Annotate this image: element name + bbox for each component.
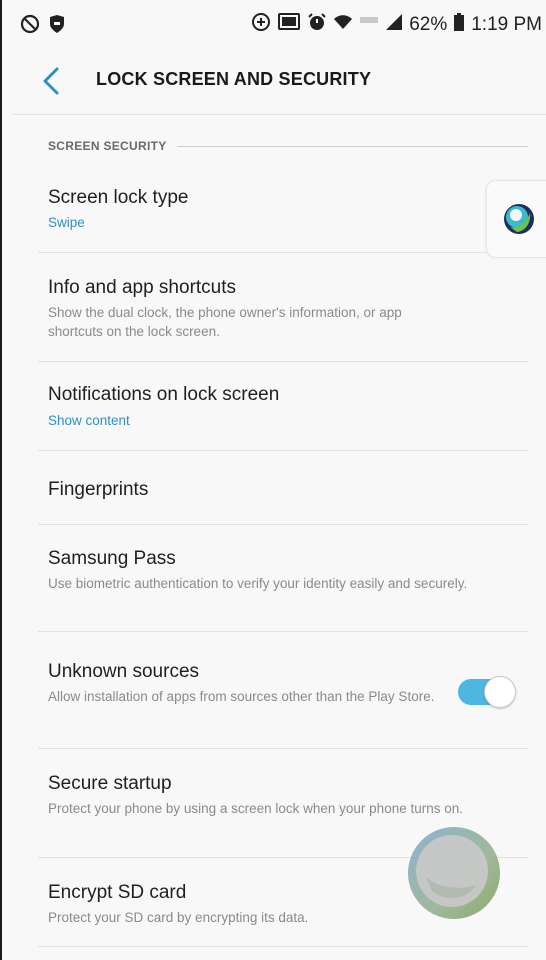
signal-icon <box>385 13 403 37</box>
divider <box>38 946 528 947</box>
list-item-notifications-lock-screen[interactable]: Notifications on lock screen Show conten… <box>38 362 528 450</box>
battery-icon <box>453 12 465 38</box>
item-value: Show content <box>48 413 130 428</box>
shield-icon <box>48 14 66 39</box>
alarm-icon <box>307 12 327 38</box>
header-divider <box>12 114 546 115</box>
list-item-unknown-sources[interactable]: Unknown sources Allow installation of ap… <box>38 632 528 748</box>
status-right-icons: 62% 1:19 PM <box>251 12 542 38</box>
list-item-samsung-pass[interactable]: Samsung Pass Use biometric authenticatio… <box>38 525 528 631</box>
item-title: Fingerprints <box>48 479 149 500</box>
item-title: Info and app shortcuts <box>48 277 237 298</box>
item-title: Screen lock type <box>48 187 189 208</box>
status-bar: 62% 1:19 PM <box>2 0 546 50</box>
item-subtitle: Use biometric authentication to verify y… <box>48 576 468 591</box>
floating-bubble[interactable] <box>406 825 502 921</box>
item-subtitle: Protect your SD card by encrypting its d… <box>48 910 309 925</box>
item-title: Samsung Pass <box>48 548 176 569</box>
list-item-screen-lock-type[interactable]: Screen lock type Swipe <box>38 176 528 252</box>
cast-icon <box>277 12 301 38</box>
item-title: Notifications on lock screen <box>48 384 280 405</box>
back-arrow-icon <box>43 67 59 95</box>
item-subtitle: Allow installation of apps from sources … <box>48 689 435 704</box>
section-title: SCREEN SECURITY <box>48 139 167 153</box>
item-title: Encrypt SD card <box>48 882 187 903</box>
list-item-fingerprints[interactable]: Fingerprints <box>38 451 528 524</box>
page-title: LOCK SCREEN AND SECURITY <box>96 69 372 89</box>
unknown-sources-toggle[interactable] <box>458 676 516 708</box>
data-saver-icon <box>251 12 271 38</box>
clock: 1:19 PM <box>471 14 542 35</box>
item-value: Swipe <box>48 215 85 230</box>
screen: 62% 1:19 PM LOCK SCREEN AND SECURITY SCR… <box>0 0 546 960</box>
status-left-icons <box>20 14 66 39</box>
section-header: SCREEN SECURITY <box>48 139 528 153</box>
edge-panel-icon <box>504 204 534 234</box>
item-subtitle: Show the dual clock, the phone owner's i… <box>48 305 402 339</box>
section-divider <box>176 145 528 147</box>
app-bar: LOCK SCREEN AND SECURITY <box>2 50 546 114</box>
back-button[interactable] <box>38 64 68 98</box>
wifi-icon <box>333 13 353 37</box>
edge-panel-handle[interactable] <box>486 180 546 258</box>
battery-percent: 62% <box>409 14 448 35</box>
item-title: Secure startup <box>48 773 172 794</box>
block-icon <box>20 14 40 39</box>
list-item-info-app-shortcuts[interactable]: Info and app shortcuts Show the dual clo… <box>38 253 528 361</box>
lte-icon <box>359 13 379 37</box>
item-title: Unknown sources <box>48 661 200 682</box>
item-subtitle: Protect your phone by using a screen loc… <box>48 801 463 816</box>
floating-bubble-icon <box>408 827 500 919</box>
toggle-knob <box>484 676 516 708</box>
